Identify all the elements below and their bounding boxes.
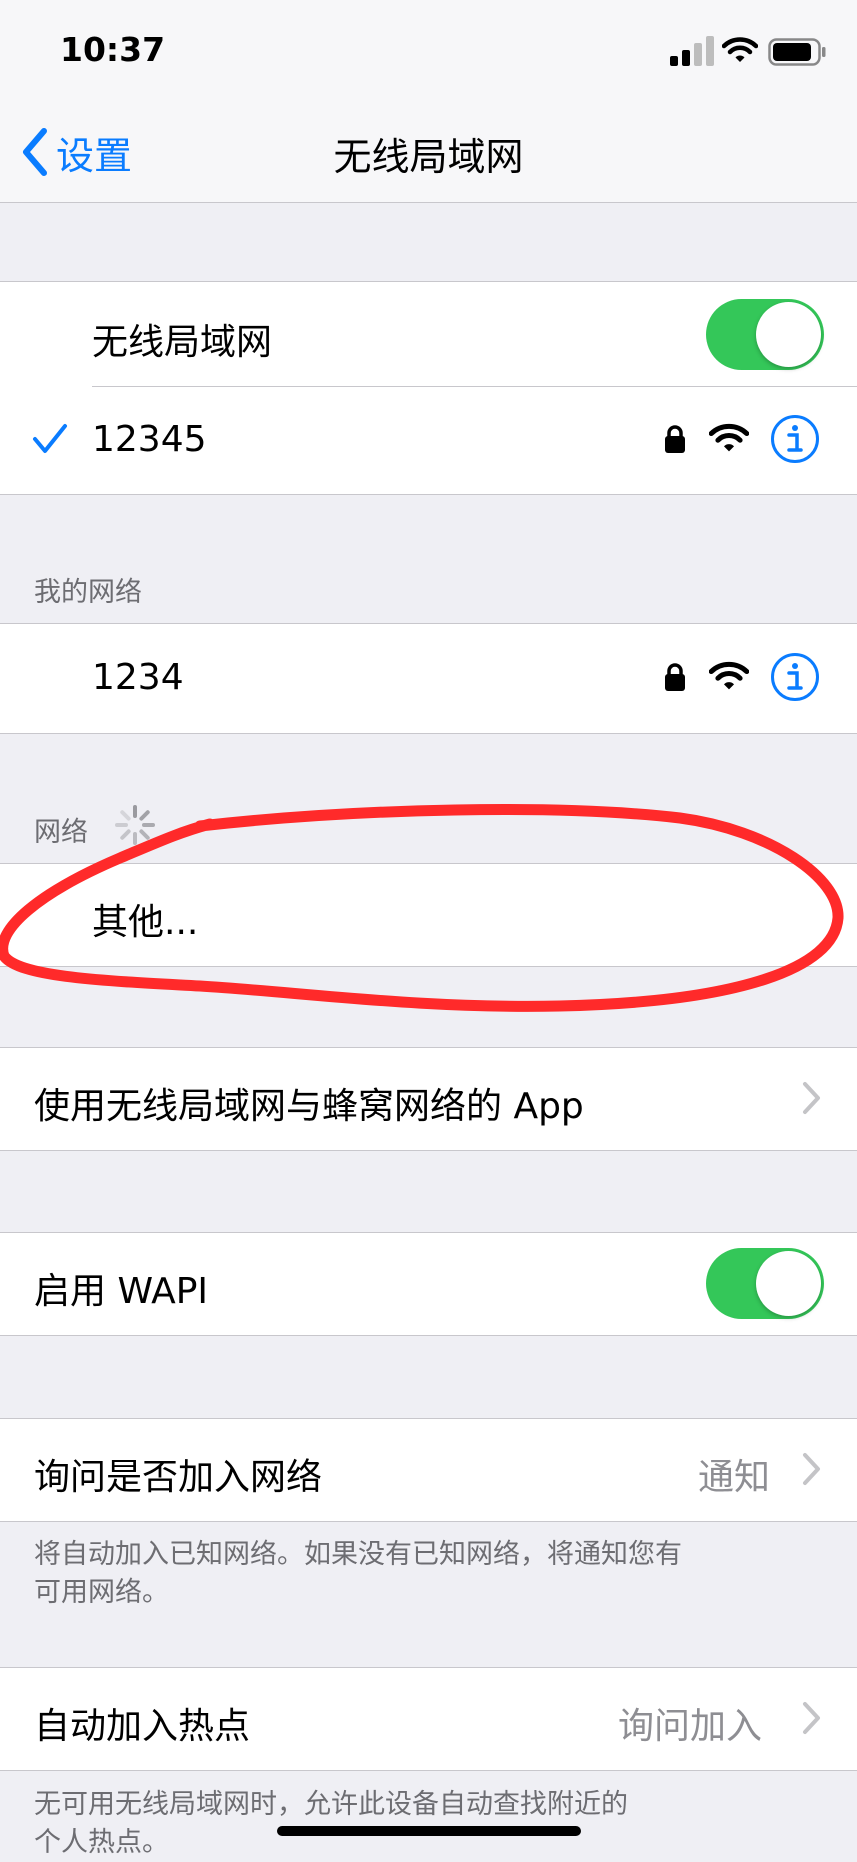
network-row-1234[interactable]: 1234 xyxy=(0,624,857,732)
apps-label: 使用无线局域网与蜂窝网络的 App xyxy=(34,1086,584,1127)
wifi-toggle-row: 无线局域网 xyxy=(0,282,857,386)
apps-row[interactable]: 使用无线局域网与蜂窝网络的 App xyxy=(0,1048,857,1149)
ask-join-row[interactable]: 询问是否加入网络 通知 xyxy=(0,1419,857,1520)
wifi-toggle[interactable] xyxy=(706,299,824,370)
connected-network-name: 12345 xyxy=(92,419,207,460)
lock-icon xyxy=(665,663,685,691)
status-time: 10:37 xyxy=(60,30,166,69)
hotspot-group: 自动加入热点 询问加入 xyxy=(0,1667,857,1771)
ask-join-note-line2: 可用网络。 xyxy=(34,1577,169,1608)
ask-join-value: 通知 xyxy=(698,1457,771,1498)
wapi-toggle[interactable] xyxy=(706,1248,824,1319)
ask-join-label: 询问是否加入网络 xyxy=(34,1457,323,1498)
chevron-right-icon xyxy=(803,1082,820,1114)
wapi-row: 启用 WAPI xyxy=(0,1233,857,1334)
checkmark-icon xyxy=(33,424,67,453)
wapi-group: 启用 WAPI xyxy=(0,1232,857,1336)
hotspot-label: 自动加入热点 xyxy=(34,1706,251,1747)
hotspot-note-line2: 个人热点。 xyxy=(34,1827,169,1858)
chevron-right-icon xyxy=(803,1453,820,1485)
ask-join-note-line1: 将自动加入已知网络。如果没有已知网络，将通知您有 xyxy=(34,1539,682,1570)
wifi-group: 无线局域网 12345 xyxy=(0,281,857,495)
my-networks-group: 1234 xyxy=(0,623,857,734)
my-networks-header: 我的网络 xyxy=(34,577,142,608)
wifi-label: 无线局域网 xyxy=(92,322,273,363)
ask-join-group: 询问是否加入网络 通知 xyxy=(0,1418,857,1522)
wifi-signal-icon xyxy=(709,423,749,452)
wapi-label: 启用 WAPI xyxy=(34,1271,209,1312)
cellular-signal-icon xyxy=(670,36,714,66)
annotation-circle xyxy=(0,804,844,1012)
lock-icon xyxy=(665,425,685,453)
info-icon[interactable] xyxy=(770,414,820,464)
battery-icon xyxy=(768,38,826,66)
network-name: 1234 xyxy=(92,657,184,698)
hotspot-note-line1: 无可用无线局域网时，允许此设备自动查找附近的 xyxy=(34,1789,628,1820)
apps-group: 使用无线局域网与蜂窝网络的 App xyxy=(0,1047,857,1151)
home-indicator xyxy=(277,1826,581,1836)
page-title: 无线局域网 xyxy=(333,135,524,179)
wifi-signal-icon xyxy=(709,661,749,690)
chevron-right-icon xyxy=(803,1702,820,1734)
info-icon[interactable] xyxy=(770,652,820,702)
hotspot-row[interactable]: 自动加入热点 询问加入 xyxy=(0,1668,857,1769)
wifi-status-icon xyxy=(722,37,758,62)
hotspot-value: 询问加入 xyxy=(618,1706,763,1747)
connected-network-row[interactable]: 12345 xyxy=(0,387,857,493)
